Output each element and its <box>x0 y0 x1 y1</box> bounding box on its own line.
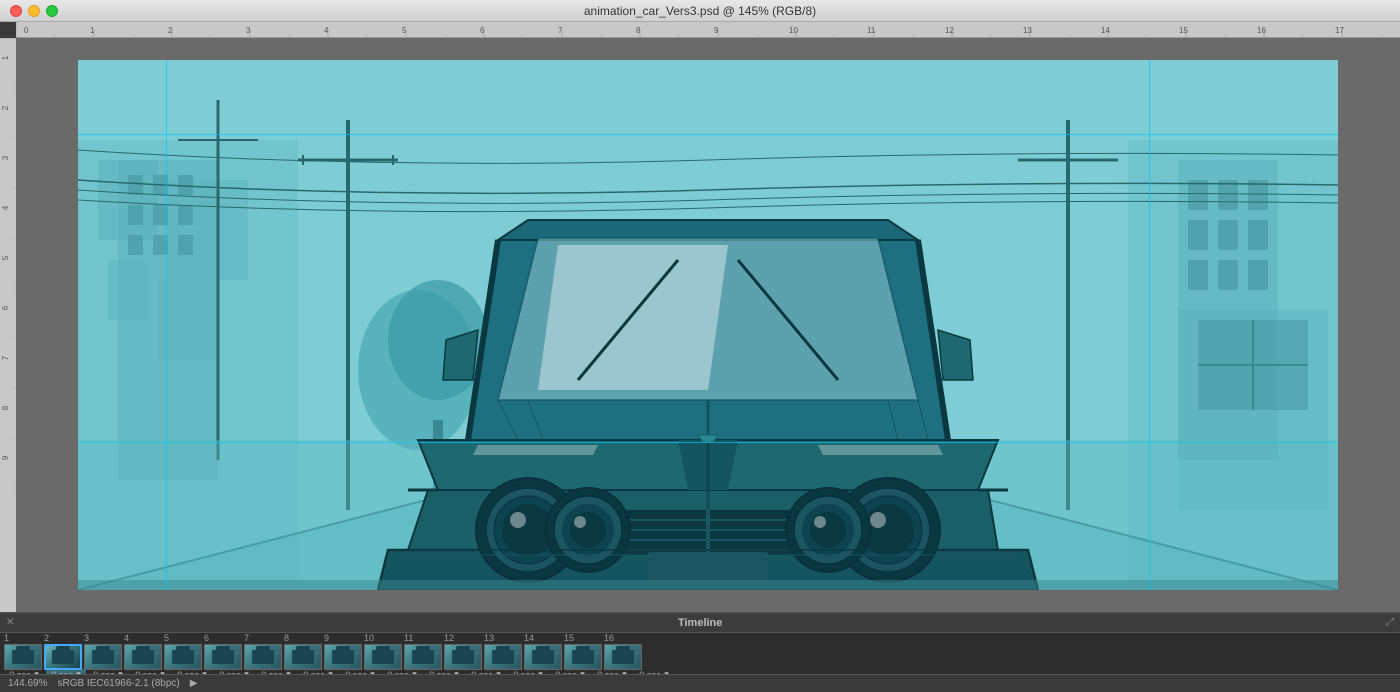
svg-text:7: 7 <box>558 26 563 35</box>
frame-14[interactable]: 14 <box>524 633 562 670</box>
svg-text:5: 5 <box>402 26 407 35</box>
svg-text:15: 15 <box>1179 26 1188 35</box>
svg-text:8: 8 <box>636 26 641 35</box>
window-title: animation_car_Vers3.psd @ 145% (RGB/8) <box>584 4 816 18</box>
svg-text:8: 8 <box>1 405 10 410</box>
svg-text:5: 5 <box>1 255 10 260</box>
svg-text:4: 4 <box>324 26 329 35</box>
frame-4[interactable]: 4 <box>124 633 162 670</box>
timeline-expand-button[interactable]: ⤢ <box>1386 617 1394 628</box>
svg-text:1: 1 <box>1 55 10 60</box>
svg-text:13: 13 <box>1023 26 1032 35</box>
close-button[interactable] <box>10 5 22 17</box>
frame-7[interactable]: 7 <box>244 633 282 670</box>
frame-12[interactable]: 12 <box>444 633 482 670</box>
svg-text:7: 7 <box>1 355 10 360</box>
titlebar: animation_car_Vers3.psd @ 145% (RGB/8) <box>0 0 1400 22</box>
svg-text:9: 9 <box>1 455 10 460</box>
color-profile: sRGB IEC61966-2.1 (8bpc) <box>57 678 179 689</box>
svg-text:2: 2 <box>168 26 173 35</box>
canvas-content <box>78 60 1338 590</box>
svg-text:9: 9 <box>714 26 719 35</box>
frame-6[interactable]: 6 <box>204 633 242 670</box>
canvas-area[interactable] <box>16 38 1400 612</box>
svg-text:11: 11 <box>867 26 876 35</box>
svg-text:4: 4 <box>1 205 10 210</box>
frame-15[interactable]: 15 <box>564 633 602 670</box>
minimize-button[interactable] <box>28 5 40 17</box>
frame-16[interactable]: 16 <box>604 633 642 670</box>
svg-text:17: 17 <box>1335 26 1344 35</box>
ruler-left: 1 2 3 4 5 6 7 8 9 <box>0 38 16 612</box>
svg-text:16: 16 <box>1257 26 1266 35</box>
window-controls <box>10 5 58 17</box>
timeline-title: Timeline <box>678 617 722 629</box>
svg-text:3: 3 <box>1 155 10 160</box>
status-arrow[interactable]: ▶ <box>190 678 198 689</box>
svg-text:6: 6 <box>1 305 10 310</box>
svg-text:3: 3 <box>246 26 251 35</box>
ruler-top: 0 1 2 3 4 5 6 7 8 9 10 11 12 13 14 15 16… <box>16 22 1400 38</box>
frame-8[interactable]: 8 <box>284 633 322 670</box>
svg-text:14: 14 <box>1101 26 1110 35</box>
svg-text:12: 12 <box>945 26 954 35</box>
svg-text:6: 6 <box>480 26 485 35</box>
frame-3[interactable]: 3 <box>84 633 122 670</box>
svg-text:0: 0 <box>24 26 29 35</box>
frame-11[interactable]: 11 <box>404 633 442 670</box>
svg-text:1: 1 <box>90 26 95 35</box>
svg-text:10: 10 <box>789 26 798 35</box>
frame-1[interactable]: 1 <box>4 633 42 670</box>
frame-2[interactable]: 2 <box>44 633 82 670</box>
status-bar: 144.69% sRGB IEC61966-2.1 (8bpc) ▶ <box>0 674 1400 692</box>
frame-10[interactable]: 10 <box>364 633 402 670</box>
timeline-header: ✕ Timeline ⤢ <box>0 613 1400 633</box>
frame-13[interactable]: 13 <box>484 633 522 670</box>
frame-5[interactable]: 5 <box>164 633 202 670</box>
timeline-close-button[interactable]: ✕ <box>6 617 14 628</box>
zoom-level: 144.69% <box>8 678 47 689</box>
svg-text:2: 2 <box>1 105 10 110</box>
frame-9[interactable]: 9 <box>324 633 362 670</box>
maximize-button[interactable] <box>46 5 58 17</box>
frames-row: 1 2 3 4 <box>0 633 1400 669</box>
